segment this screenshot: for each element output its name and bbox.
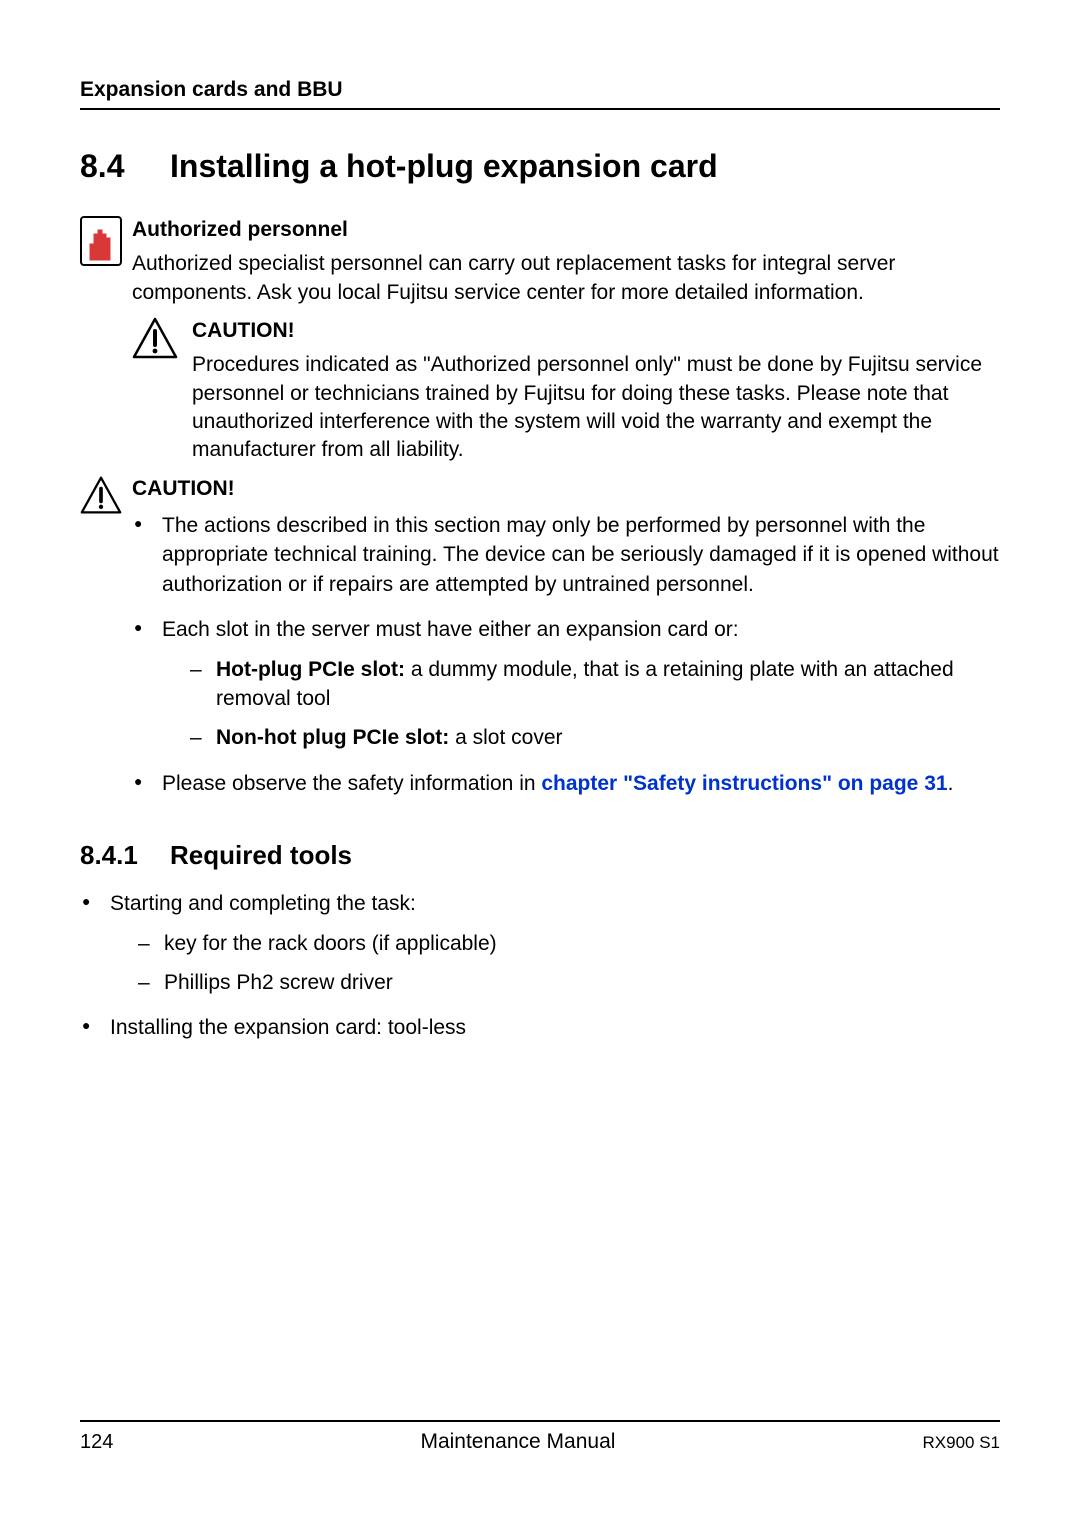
caution-bullet-3: Please observe the safety information in…	[132, 769, 1000, 798]
nested-caution: CAUTION! Procedures indicated as "Author…	[132, 317, 1000, 465]
caution-block: CAUTION! The actions described in this s…	[80, 475, 1000, 814]
b3-post: .	[948, 772, 954, 795]
b2-d1-bold: Hot-plug PCIe slot:	[216, 658, 405, 681]
caution-bullet-1: The actions described in this section ma…	[132, 511, 1000, 599]
safety-chapter-link[interactable]: chapter "Safety instructions" on page 31	[541, 772, 947, 795]
caution-triangle-icon	[80, 475, 132, 515]
caution-bullet-list: The actions described in this section ma…	[132, 511, 1000, 798]
b3-pre: Please observe the safety information in	[162, 772, 541, 795]
heading-8-4-1: 8.4.1Required tools	[80, 840, 1000, 871]
authorized-body: Authorized personnel Authorized speciali…	[132, 216, 1000, 465]
heading-8-4: 8.4Installing a hot-plug expansion card	[80, 146, 1000, 186]
authorized-personnel-notice: Authorized personnel Authorized speciali…	[80, 216, 1000, 465]
caution-bullet-2: Each slot in the server must have either…	[132, 615, 1000, 753]
footer-manual-title: Maintenance Manual	[420, 1430, 615, 1454]
tools-b1-d1: key for the rack doors (if applicable)	[138, 929, 1000, 958]
b2-d2-rest: a slot cover	[449, 726, 562, 749]
sub-num: 8.4.1	[80, 840, 170, 871]
heading-number: 8.4	[80, 146, 170, 186]
caution-triangle-icon	[132, 317, 192, 359]
tools-list: Starting and completing the task: key fo…	[80, 889, 1000, 1043]
caution-b2-dashlist: Hot-plug PCIe slot: a dummy module, that…	[190, 655, 1000, 753]
page-footer: 124 Maintenance Manual RX900 S1	[80, 1420, 1000, 1454]
header-rule	[80, 108, 1000, 110]
footer-rule	[80, 1420, 1000, 1422]
tools-b1: Starting and completing the task: key fo…	[80, 889, 1000, 997]
caution-b2-intro: Each slot in the server must have either…	[162, 618, 739, 641]
footer-model: RX900 S1	[923, 1433, 1001, 1453]
section-header: Expansion cards and BBU	[80, 78, 1000, 102]
authorized-text: Authorized specialist personnel can carr…	[132, 250, 1000, 307]
sub-title: Required tools	[170, 840, 352, 870]
authorized-title: Authorized personnel	[132, 216, 1000, 244]
caution-b2-d2: Non-hot plug PCIe slot: a slot cover	[190, 723, 1000, 752]
tools-b2: Installing the expansion card: tool-less	[80, 1013, 1000, 1042]
caution-b2-d1: Hot-plug PCIe slot: a dummy module, that…	[190, 655, 1000, 714]
tools-b1-intro: Starting and completing the task:	[110, 892, 416, 915]
footer-page-number: 124	[80, 1431, 113, 1454]
b2-d2-bold: Non-hot plug PCIe slot:	[216, 726, 449, 749]
nested-caution-text: Procedures indicated as "Authorized pers…	[192, 351, 1000, 464]
caution-title: CAUTION!	[132, 475, 1000, 503]
heading-title: Installing a hot-plug expansion card	[170, 148, 718, 184]
tools-b1-dashlist: key for the rack doors (if applicable) P…	[138, 929, 1000, 998]
tools-b1-d2: Phillips Ph2 screw driver	[138, 968, 1000, 997]
nested-caution-title: CAUTION!	[192, 317, 1000, 345]
info-box-icon	[80, 216, 132, 266]
nested-caution-body: CAUTION! Procedures indicated as "Author…	[192, 317, 1000, 465]
caution-body: CAUTION! The actions described in this s…	[132, 475, 1000, 814]
